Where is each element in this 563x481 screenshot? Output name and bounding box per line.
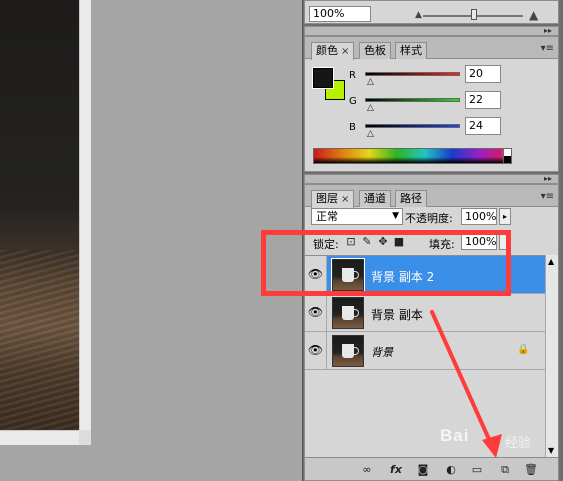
watermark-logo: Bai	[440, 426, 469, 446]
document-scroll-corner	[79, 430, 91, 445]
document-canvas-image[interactable]	[0, 0, 79, 430]
adjustment-icon[interactable]: ◐	[443, 462, 459, 477]
green-channel-label: G	[349, 96, 357, 107]
document-window	[0, 0, 91, 445]
zoom-in-icon[interactable]: ▲	[529, 8, 538, 22]
tab-paths-label: 路径	[400, 192, 422, 205]
opacity-flyout-button[interactable]: ▸	[499, 208, 511, 225]
black-white-swatch[interactable]	[503, 148, 512, 164]
tab-color-label: 颜色	[316, 44, 338, 57]
eye-icon[interactable]: 👁	[305, 294, 327, 331]
foreground-color-swatch[interactable]	[312, 67, 334, 89]
blue-channel-slider[interactable]	[365, 124, 460, 128]
fx-icon[interactable]: fx	[387, 462, 405, 477]
blue-channel-label: B	[349, 122, 356, 133]
tab-swatches[interactable]: 色板	[359, 42, 391, 59]
tab-channels-label: 通道	[364, 192, 386, 205]
opacity-label: 不透明度:	[405, 212, 453, 225]
layer-list-scrollbar[interactable]: ▲ ▼	[545, 255, 558, 457]
tab-layers-label: 图层	[316, 192, 338, 205]
red-channel-label: R	[349, 70, 356, 81]
new-layer-icon[interactable]: ⧉	[497, 462, 513, 477]
lock-icon: 🔒	[517, 344, 530, 355]
watermark-suffix: 经验	[505, 436, 532, 451]
blend-mode-select[interactable]: 正常 ▼	[311, 208, 403, 225]
panel-collapse-bar-2[interactable]: ▸▸	[304, 174, 559, 184]
scroll-down-icon[interactable]: ▼	[548, 446, 554, 455]
color-spectrum-ramp[interactable]	[313, 148, 512, 164]
navigator-panel: 100% ▲ ▲	[304, 0, 559, 24]
layer-row[interactable]: 👁 背景 副本	[305, 294, 545, 332]
tab-swatches-label: 色板	[364, 44, 386, 57]
chevron-down-icon: ▼	[392, 211, 399, 221]
layer-panel-footer: ∞ fx ◙ ◐ ▭ ⧉ 🗑	[305, 457, 558, 480]
document-vertical-scrollbar[interactable]	[79, 0, 91, 430]
color-panel-tab-row: 颜色 × 色板 样式 ▾≡	[305, 37, 558, 60]
mask-icon[interactable]: ◙	[415, 462, 431, 477]
watermark-brand: Bai	[440, 426, 470, 445]
red-value-field[interactable]: 20	[465, 65, 501, 83]
link-icon[interactable]: ∞	[359, 462, 375, 477]
close-icon[interactable]: ×	[341, 46, 349, 57]
tab-styles-label: 样式	[400, 44, 422, 57]
tab-color[interactable]: 颜色 ×	[311, 42, 355, 60]
zoom-out-icon[interactable]: ▲	[415, 10, 422, 20]
layer-name[interactable]: 背景 副本	[371, 306, 423, 323]
blue-slider-thumb-icon[interactable]: △	[367, 129, 374, 139]
trash-icon[interactable]: 🗑	[523, 462, 539, 477]
scroll-up-icon[interactable]: ▲	[548, 257, 554, 266]
layer-row[interactable]: 👁 背景 🔒	[305, 332, 545, 370]
tab-layers[interactable]: 图层 ×	[311, 190, 355, 208]
panel-menu-icon[interactable]: ▾≡	[541, 43, 554, 54]
blend-mode-value: 正常	[316, 210, 338, 223]
opacity-field[interactable]: 100%	[461, 208, 497, 225]
green-value-field[interactable]: 22	[465, 91, 501, 109]
red-slider-thumb-icon[interactable]: △	[367, 77, 374, 87]
red-channel-slider[interactable]	[365, 72, 460, 76]
color-panel: 颜色 × 色板 样式 ▾≡ R △ 20 G △ 22 B △ 24	[304, 36, 559, 172]
layers-panel-tab-row: 图层 × 通道 路径 ▾≡	[305, 185, 558, 208]
panel-menu-icon[interactable]: ▾≡	[541, 191, 554, 202]
document-horizontal-scrollbar[interactable]	[0, 430, 79, 445]
layer-thumbnail[interactable]	[332, 335, 364, 367]
panel-collapse-bar[interactable]: ▸▸	[304, 26, 559, 36]
collapse-arrows-icon[interactable]: ▸▸	[544, 175, 552, 183]
annotation-highlight-box	[261, 230, 511, 296]
blue-value-field[interactable]: 24	[465, 117, 501, 135]
tab-styles[interactable]: 样式	[395, 42, 427, 59]
close-icon[interactable]: ×	[341, 194, 349, 205]
navigator-zoom-field[interactable]: 100%	[309, 6, 371, 22]
layer-thumbnail[interactable]	[332, 297, 364, 329]
document-area	[0, 0, 302, 481]
zoom-slider-thumb[interactable]	[471, 9, 477, 20]
green-channel-slider[interactable]	[365, 98, 460, 102]
green-slider-thumb-icon[interactable]: △	[367, 103, 374, 113]
eye-icon[interactable]: 👁	[305, 332, 327, 369]
tab-channels[interactable]: 通道	[359, 190, 391, 207]
tab-paths[interactable]: 路径	[395, 190, 427, 207]
collapse-arrows-icon[interactable]: ▸▸	[544, 27, 552, 35]
layer-name[interactable]: 背景	[371, 344, 393, 360]
group-folder-icon[interactable]: ▭	[469, 462, 485, 477]
